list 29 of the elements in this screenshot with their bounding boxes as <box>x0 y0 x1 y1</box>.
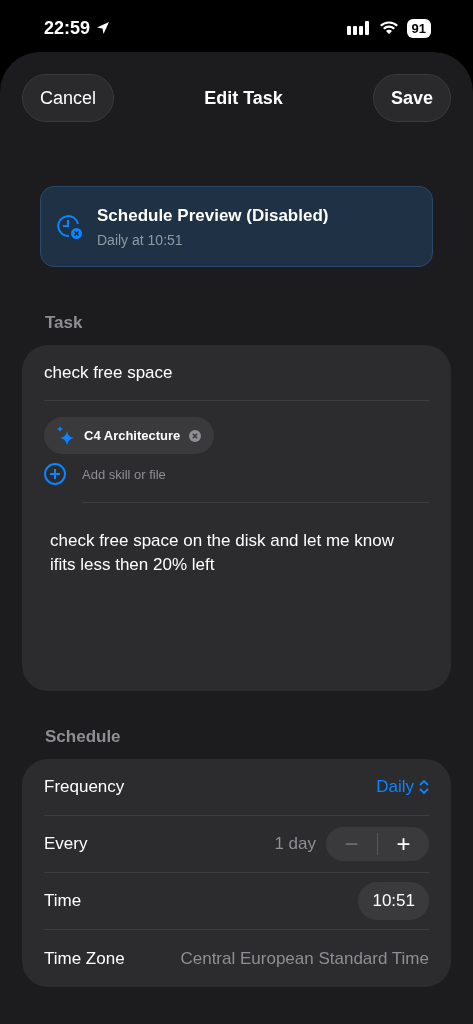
preview-title: Schedule Preview (Disabled) <box>97 205 329 226</box>
row-label: Time Zone <box>44 948 125 969</box>
frequency-picker[interactable]: Daily <box>376 777 429 797</box>
signal-icon <box>346 21 371 35</box>
section-label: Task <box>45 313 84 333</box>
row-label: Time <box>44 891 82 911</box>
screen-title: Edit Task <box>204 87 283 109</box>
clock-icon <box>57 213 83 240</box>
row-label: Every <box>44 834 88 854</box>
task-name-field[interactable]: check free space <box>44 345 429 401</box>
remove-icon <box>188 428 203 443</box>
time-button[interactable]: 10:51 <box>358 882 429 920</box>
row-value: Central European Standard Time <box>180 948 429 969</box>
task-prompt-text: check free space on the disk and let me know ifits less then 20% left <box>49 530 395 576</box>
status-time: 22:59 <box>44 17 91 39</box>
battery-level: 91 <box>406 18 431 38</box>
add-skill-link[interactable]: Add skill or file <box>82 466 166 482</box>
skill-chip[interactable]: C4 Architecture <box>44 417 215 454</box>
save-button[interactable]: Save <box>372 74 451 122</box>
wifi-icon <box>378 21 399 35</box>
row-label: Frequency <box>44 777 125 797</box>
chevron-icon <box>419 779 429 795</box>
add-icon[interactable] <box>44 463 66 485</box>
location-arrow-icon <box>96 21 111 35</box>
section-label: Schedule <box>45 727 122 747</box>
interval-value: 1 day <box>274 834 316 854</box>
increment-button[interactable]: + <box>378 827 429 861</box>
cancel-button[interactable]: Cancel <box>22 74 115 122</box>
preview-subtitle: Daily at 10:51 <box>97 231 184 248</box>
